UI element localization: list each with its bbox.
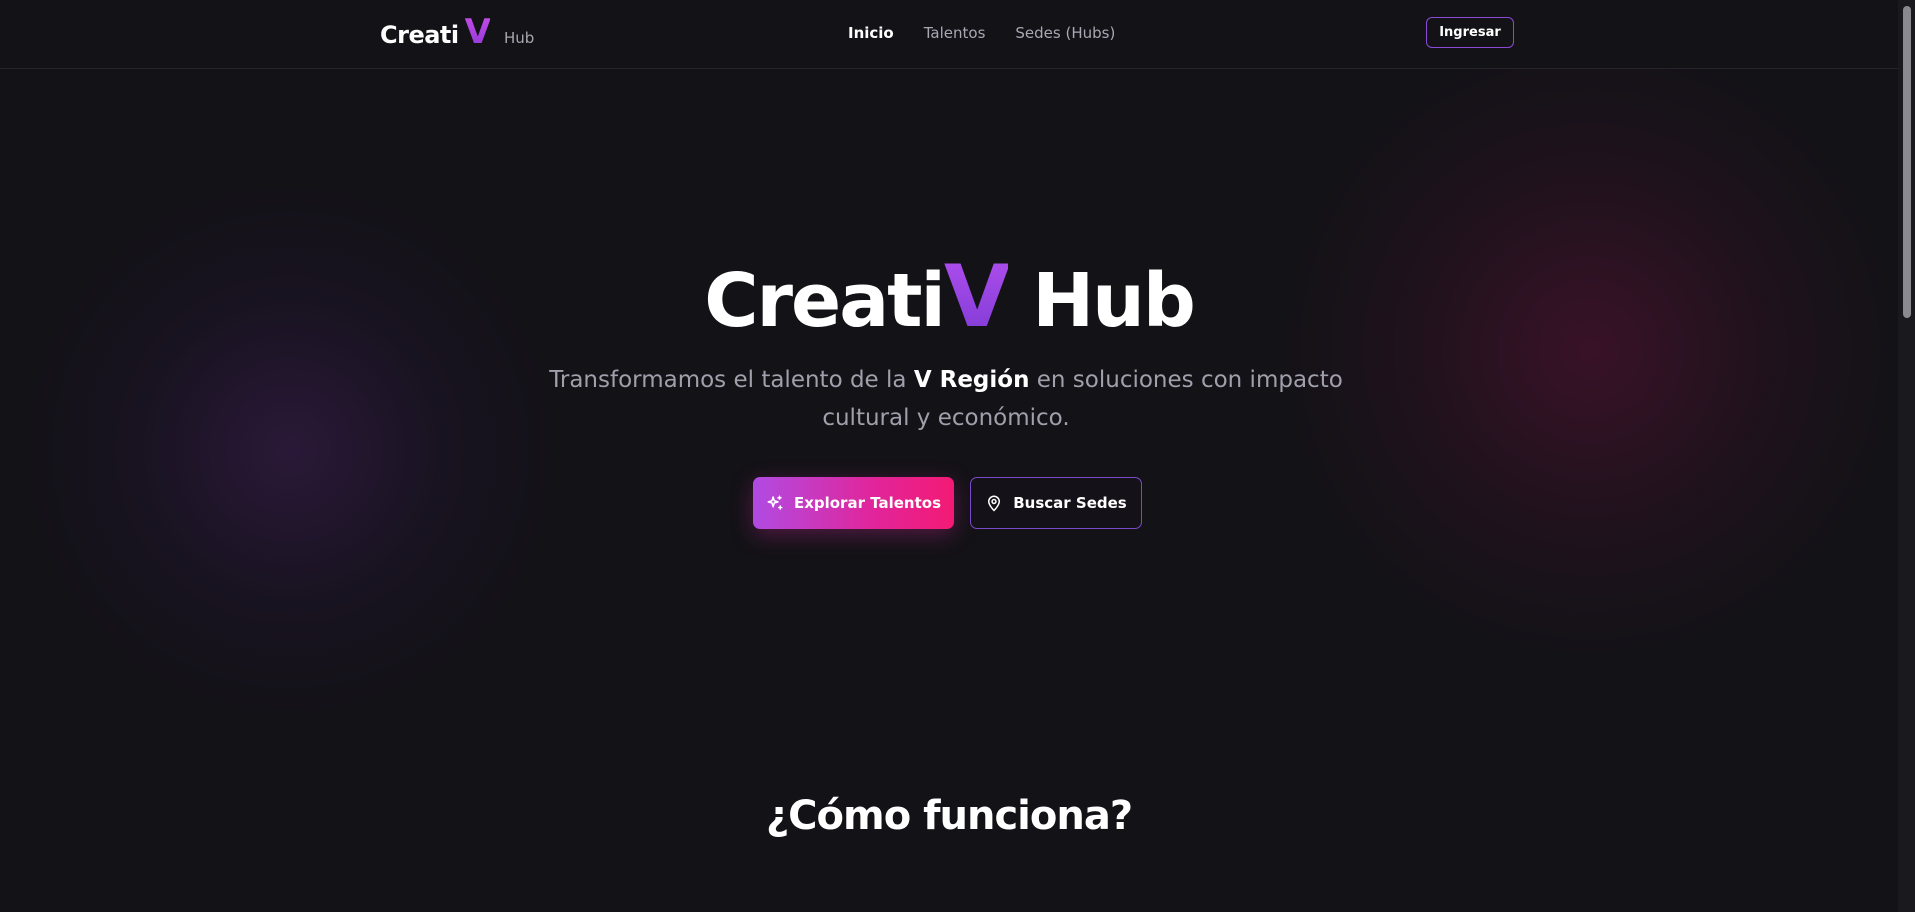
hero-subtitle: Transformamos el talento de la V Región … [540,361,1352,437]
explore-talents-label: Explorar Talentos [793,494,942,512]
top-navbar: Creati V Hub Inicio Talentos Sedes (Hubs… [0,0,1898,69]
brand-logo[interactable]: Creati V Hub [380,12,534,52]
hero-subtitle-pre: Transformamos el talento de la [549,367,914,393]
brand-sub: Hub [503,29,535,47]
search-hubs-button[interactable]: Buscar Sedes [970,477,1142,529]
page: Creati V Hub Inicio Talentos Sedes (Hubs… [0,0,1915,912]
hero-title-post: Hub [1008,258,1196,344]
map-pin-icon [985,494,1003,512]
nav-links: Inicio Talentos Sedes (Hubs) [848,24,1115,42]
nav-link-talentos[interactable]: Talentos [924,24,986,42]
login-button[interactable]: Ingresar [1426,17,1514,48]
background-glow-right [1280,40,1900,660]
how-it-works-title: ¿Cómo funciona? [765,793,1133,839]
nav-link-inicio[interactable]: Inicio [848,24,894,42]
hero-title-pre: Creati [704,258,946,344]
hero-title-v: V [943,247,1011,347]
brand-v: V [464,12,491,52]
brand-name: Creati [380,21,459,49]
hero-title: CreatiV Hub [0,254,1898,340]
explore-talents-button[interactable]: Explorar Talentos [753,477,954,529]
search-hubs-label: Buscar Sedes [1013,494,1127,512]
nav-link-sedes[interactable]: Sedes (Hubs) [1015,24,1115,42]
hero-subtitle-bold: V Región [913,367,1030,393]
sparkles-icon [766,494,784,512]
scrollbar[interactable] [1898,0,1915,912]
scrollbar-thumb[interactable] [1903,6,1911,318]
hero-cta-row: Explorar Talentos Buscar Sedes [753,477,1142,529]
